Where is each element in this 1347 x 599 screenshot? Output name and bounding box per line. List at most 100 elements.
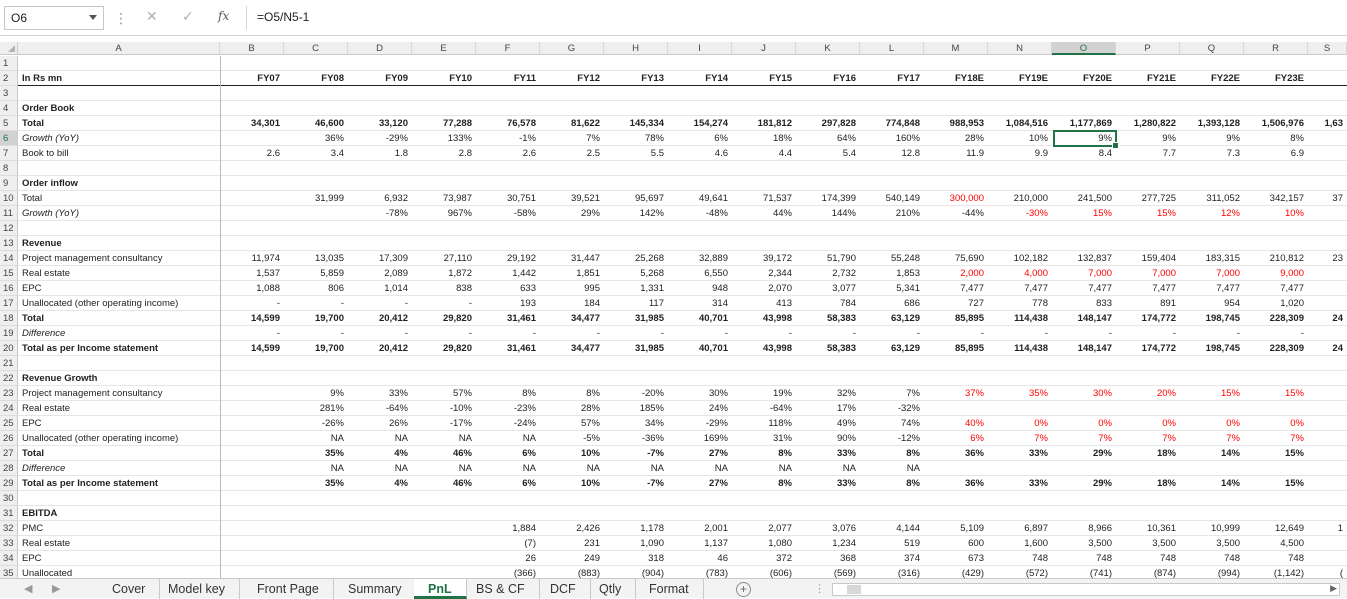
cell-value[interactable]: 7,477: [1052, 281, 1116, 296]
cell-value[interactable]: 281%: [284, 401, 348, 416]
cell-value[interactable]: 7,000: [1116, 266, 1180, 281]
row-header-16[interactable]: 16: [0, 281, 18, 296]
cell-value[interactable]: NA: [348, 461, 412, 476]
cell-value[interactable]: -: [1180, 326, 1244, 341]
cell-value[interactable]: 7%: [1116, 431, 1180, 446]
cell-value[interactable]: 14,599: [220, 311, 284, 326]
cell-value[interactable]: 778: [988, 296, 1052, 311]
cell-value[interactable]: 46: [668, 551, 732, 566]
cell-value[interactable]: NA: [284, 461, 348, 476]
cell-value[interactable]: -: [732, 326, 796, 341]
cell-value[interactable]: 374: [860, 551, 924, 566]
cell-value[interactable]: 35%: [284, 446, 348, 461]
cell-value[interactable]: 102,182: [988, 251, 1052, 266]
cell-value[interactable]: 148,147: [1052, 311, 1116, 326]
cell-value[interactable]: 0%: [1180, 416, 1244, 431]
cell-value[interactable]: 24%: [668, 401, 732, 416]
cell-value[interactable]: 4.6: [668, 146, 732, 161]
cell-value[interactable]: 28%: [924, 131, 988, 146]
cell-value[interactable]: 19,700: [284, 341, 348, 356]
row-header-15[interactable]: 15: [0, 266, 18, 281]
cell-value[interactable]: -: [412, 326, 476, 341]
cell-value[interactable]: 15%: [1244, 446, 1308, 461]
cell-value[interactable]: NA: [412, 461, 476, 476]
column-header-H[interactable]: H: [604, 42, 668, 55]
cell-value[interactable]: 4%: [348, 446, 412, 461]
cell-value[interactable]: -24%: [476, 416, 540, 431]
cell-value[interactable]: 118%: [732, 416, 796, 431]
cell-value[interactable]: 43,998: [732, 341, 796, 356]
cell-value[interactable]: 133%: [412, 131, 476, 146]
row-header-34[interactable]: 34: [0, 551, 18, 566]
cell-value[interactable]: 33%: [796, 446, 860, 461]
cell-value[interactable]: 7,000: [1052, 266, 1116, 281]
cell-value[interactable]: 10%: [1244, 206, 1308, 221]
cell-value[interactable]: -64%: [732, 401, 796, 416]
cell-value[interactable]: 15%: [1244, 476, 1308, 491]
cell-value[interactable]: 36%: [924, 446, 988, 461]
row-header-9[interactable]: 9: [0, 176, 18, 191]
cell-value[interactable]: 169%: [668, 431, 732, 446]
column-header-B[interactable]: B: [220, 42, 284, 55]
cell-value[interactable]: 1: [1308, 521, 1347, 536]
column-header-J[interactable]: J: [732, 42, 796, 55]
cell-value[interactable]: 18%: [1116, 446, 1180, 461]
cell-value[interactable]: 314: [668, 296, 732, 311]
cell-value[interactable]: -5%: [540, 431, 604, 446]
cell-value[interactable]: 7%: [540, 131, 604, 146]
row-header-14[interactable]: 14: [0, 251, 18, 266]
cell-value[interactable]: 228,309: [1244, 341, 1308, 356]
cell-value[interactable]: 198,745: [1180, 311, 1244, 326]
cell-value[interactable]: 20%: [1116, 386, 1180, 401]
cell-value[interactable]: -30%: [988, 206, 1052, 221]
cell-value[interactable]: 76,578: [476, 116, 540, 131]
cell-value[interactable]: 144%: [796, 206, 860, 221]
tab-dcf[interactable]: DCF: [536, 579, 591, 599]
cell-value[interactable]: 10%: [540, 446, 604, 461]
cell-value[interactable]: 2,070: [732, 281, 796, 296]
cell-value[interactable]: 181,812: [732, 116, 796, 131]
cell-value[interactable]: 686: [860, 296, 924, 311]
cell-value[interactable]: 34,477: [540, 311, 604, 326]
cell-value[interactable]: 413: [732, 296, 796, 311]
cell-value[interactable]: 4,000: [988, 266, 1052, 281]
cell-value[interactable]: 24: [1308, 341, 1347, 356]
cell-value[interactable]: 114,438: [988, 311, 1052, 326]
tab-qtly[interactable]: Qtly: [585, 579, 637, 599]
row-header-3[interactable]: 3: [0, 86, 18, 101]
cell-value[interactable]: 35%: [284, 476, 348, 491]
tab-bs-cf[interactable]: BS & CF: [462, 579, 540, 599]
cell-value[interactable]: 46,600: [284, 116, 348, 131]
cell-value[interactable]: -: [1116, 326, 1180, 341]
cell-value[interactable]: 9%: [284, 386, 348, 401]
cell-value[interactable]: 2,089: [348, 266, 412, 281]
cell-value[interactable]: 154,274: [668, 116, 732, 131]
cell-value[interactable]: 1,084,516: [988, 116, 1052, 131]
column-header-G[interactable]: G: [540, 42, 604, 55]
cell-value[interactable]: 1,234: [796, 536, 860, 551]
cell-value[interactable]: 9,000: [1244, 266, 1308, 281]
row-header-29[interactable]: 29: [0, 476, 18, 491]
column-header-L[interactable]: L: [860, 42, 924, 55]
cell-value[interactable]: 838: [412, 281, 476, 296]
cell-value[interactable]: 833: [1052, 296, 1116, 311]
cell-value[interactable]: 39,172: [732, 251, 796, 266]
cell-value[interactable]: -26%: [284, 416, 348, 431]
cell-value[interactable]: 748: [1244, 551, 1308, 566]
cell-value[interactable]: 18%: [732, 131, 796, 146]
cell-value[interactable]: 28%: [540, 401, 604, 416]
cell-value[interactable]: 2.5: [540, 146, 604, 161]
cell-value[interactable]: 1,600: [988, 536, 1052, 551]
cell-value[interactable]: NA: [412, 431, 476, 446]
cell-value[interactable]: 1,442: [476, 266, 540, 281]
cell-value[interactable]: 297,828: [796, 116, 860, 131]
cell-value[interactable]: 7,477: [1244, 281, 1308, 296]
cell-value[interactable]: 63,129: [860, 311, 924, 326]
cell-value[interactable]: 49,641: [668, 191, 732, 206]
cell-value[interactable]: 11,974: [220, 251, 284, 266]
cell-value[interactable]: -36%: [604, 431, 668, 446]
cell-value[interactable]: 954: [1180, 296, 1244, 311]
cell-value[interactable]: 748: [988, 551, 1052, 566]
cell-value[interactable]: 5,859: [284, 266, 348, 281]
cell-value[interactable]: 3,076: [796, 521, 860, 536]
